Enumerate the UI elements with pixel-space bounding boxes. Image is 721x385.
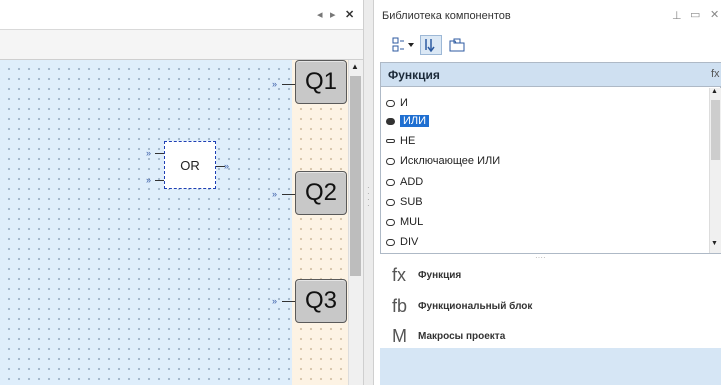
tab-scroll-left-icon[interactable]: ◂ <box>317 8 323 21</box>
or-input-wire <box>155 180 164 181</box>
scroll-up-arrow-icon[interactable]: ▲ <box>351 62 359 71</box>
or-input-pin-icon[interactable]: » <box>146 176 151 185</box>
function-icon <box>386 117 395 125</box>
scrollbar-thumb[interactable] <box>711 100 720 160</box>
or-input-pin-icon[interactable]: » <box>146 149 151 158</box>
category-footer <box>380 348 721 385</box>
component-list-title: Функция <box>388 68 440 82</box>
list-item[interactable]: И <box>386 94 706 112</box>
function-icon <box>386 139 395 143</box>
or-block[interactable]: OR <box>164 141 216 189</box>
input-pin-icon: » <box>272 79 278 89</box>
category-function-block[interactable]: fb Функциональный блок <box>380 292 721 320</box>
or-input-wire <box>155 153 164 154</box>
tab-scroll-right-icon[interactable]: ▸ <box>330 8 336 21</box>
or-output-pin-icon[interactable]: » <box>224 162 229 171</box>
scrollbar-thumb[interactable] <box>350 76 361 276</box>
macro-icon: M <box>392 325 407 346</box>
list-item[interactable]: SUB <box>386 193 706 211</box>
list-item[interactable]: НЕ <box>386 132 706 150</box>
category-function[interactable]: fx Функция <box>380 261 721 289</box>
category-project-macros[interactable]: M Макросы проекта <box>380 322 721 350</box>
output-wire <box>282 301 296 302</box>
library-title: Библиотека компонентов <box>382 10 511 22</box>
fbd-canvas[interactable] <box>0 60 292 385</box>
input-pin-icon: » <box>272 296 278 306</box>
close-icon[interactable]: ✕ <box>710 8 719 21</box>
output-q1[interactable]: Q1 <box>295 60 347 104</box>
function-icon <box>386 238 395 246</box>
function-icon <box>386 99 395 107</box>
output-wire <box>282 194 296 195</box>
scroll-up-arrow-icon[interactable]: ▲ <box>711 88 718 95</box>
list-view-icon[interactable] <box>390 35 418 55</box>
list-item[interactable]: DIV <box>386 233 706 251</box>
close-tab-icon[interactable]: ✕ <box>345 8 354 21</box>
editor-toolbar <box>0 30 374 60</box>
input-pin-icon: » <box>272 189 278 199</box>
list-item[interactable]: Исключающее ИЛИ <box>386 152 706 170</box>
output-q3[interactable]: Q3 <box>295 279 347 323</box>
maximize-icon[interactable]: ▭ <box>690 8 700 21</box>
output-strip <box>292 60 348 385</box>
fx-icon: fx <box>711 68 720 80</box>
or-block-label: OR <box>180 157 200 173</box>
fb-icon: fb <box>392 295 408 316</box>
function-icon <box>386 218 395 226</box>
sort-icon[interactable] <box>420 35 442 55</box>
output-wire <box>282 84 296 85</box>
output-q2[interactable]: Q2 <box>295 171 347 215</box>
splitter-grip-icon[interactable]: ···· <box>367 184 370 210</box>
list-item-selected[interactable]: ИЛИ <box>386 112 706 130</box>
pin-icon[interactable]: ⊥ <box>672 9 682 22</box>
scroll-down-arrow-icon[interactable]: ▼ <box>711 240 718 247</box>
function-icon <box>386 198 395 206</box>
list-item[interactable]: MUL <box>386 213 706 231</box>
folder-icon[interactable] <box>446 35 468 55</box>
fx-icon: fx <box>392 264 407 285</box>
list-item[interactable]: ADD <box>386 173 706 191</box>
function-icon <box>386 157 395 165</box>
function-icon <box>386 178 395 186</box>
